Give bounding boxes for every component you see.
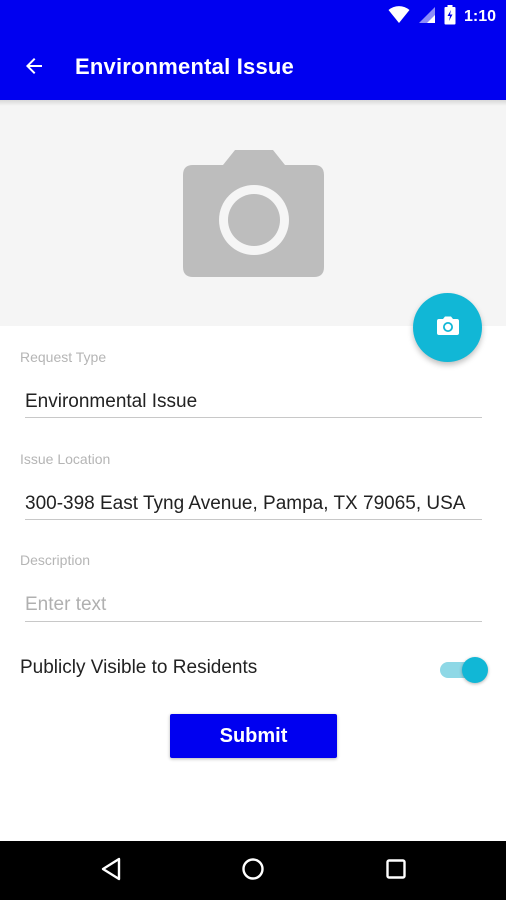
request-type-label: Request Type <box>20 349 107 365</box>
description-input[interactable]: Enter text <box>25 594 106 616</box>
public-visibility-toggle[interactable] <box>440 656 488 683</box>
issue-location-field[interactable]: 300-398 East Tyng Avenue, Pampa, TX 7906… <box>25 493 465 515</box>
public-visibility-label: Publicly Visible to Residents <box>20 657 258 678</box>
take-photo-button[interactable] <box>413 293 482 362</box>
status-icons: 1:10 <box>388 4 496 30</box>
arrow-left-icon <box>22 54 46 83</box>
navigation-bar <box>0 841 506 900</box>
page-title: Environmental Issue <box>75 54 294 79</box>
wifi-icon <box>388 5 410 29</box>
submit-button[interactable]: Submit <box>170 714 337 758</box>
issue-location-underline <box>25 519 482 520</box>
issue-location-label: Issue Location <box>20 451 111 467</box>
toggle-thumb <box>462 657 488 683</box>
recents-square-icon <box>385 858 407 885</box>
signal-icon <box>418 6 436 29</box>
camera-icon <box>183 150 324 277</box>
request-type-field[interactable]: Environmental Issue <box>25 391 197 413</box>
photo-area[interactable] <box>0 100 506 326</box>
nav-recents-button[interactable] <box>380 855 412 887</box>
nav-back-button[interactable] <box>95 855 127 887</box>
screen: 1:10 Environmental Issue Request Type En… <box>0 0 506 900</box>
camera-icon <box>436 316 459 340</box>
status-bar: 1:10 <box>0 0 506 34</box>
app-bar: Environmental Issue <box>0 34 506 100</box>
app-bar-shadow <box>0 100 506 106</box>
description-label: Description <box>20 552 91 568</box>
request-type-underline <box>25 417 482 418</box>
description-underline <box>25 621 482 622</box>
battery-icon <box>444 4 456 30</box>
status-time: 1:10 <box>463 8 496 25</box>
back-button[interactable] <box>18 52 50 84</box>
home-circle-icon <box>241 857 265 886</box>
nav-home-button[interactable] <box>237 855 269 887</box>
back-triangle-icon <box>100 857 122 886</box>
